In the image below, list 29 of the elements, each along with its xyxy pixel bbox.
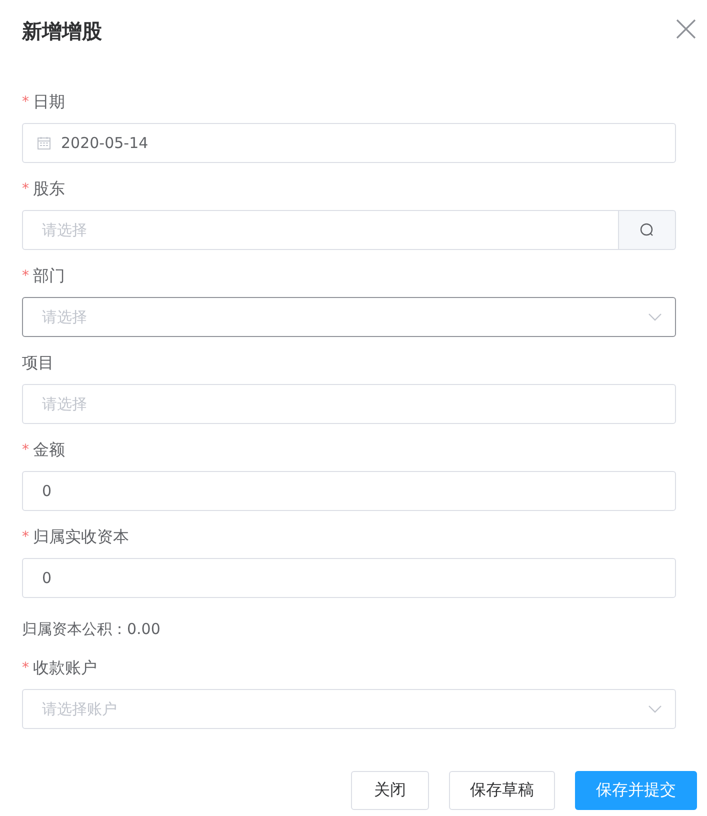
field-label: 收款账户 — [33, 658, 97, 678]
field-label: 归属实收资本 — [33, 526, 129, 548]
chevron-down-icon — [648, 705, 662, 713]
field-label: 金额 — [33, 440, 65, 460]
required-asterisk: * — [22, 181, 29, 197]
readout-text: 归属资本公积：0.00 — [22, 619, 162, 640]
field-label: 日期 — [33, 92, 65, 112]
field-label: 部门 — [33, 266, 65, 286]
chevron-down-icon — [648, 313, 662, 321]
dialog-button[interactable]: 关闭 — [351, 771, 429, 810]
close-icon[interactable] — [675, 18, 697, 40]
calendar-icon — [37, 136, 51, 150]
required-asterisk: * — [22, 94, 29, 110]
input-field[interactable]: 请选择 — [22, 384, 676, 424]
dialog-button[interactable]: 保存草稿 — [449, 771, 555, 810]
required-asterisk: * — [22, 442, 29, 458]
input-field[interactable]: 0 — [22, 558, 676, 598]
required-asterisk: * — [22, 660, 29, 676]
dialog-title: 新增增股 — [22, 18, 102, 45]
shareholder-field[interactable]: 请选择 — [22, 210, 619, 250]
required-asterisk: * — [22, 529, 29, 545]
field-label: 股东 — [33, 178, 65, 200]
search-button[interactable] — [619, 210, 676, 250]
search-icon — [639, 222, 655, 238]
required-asterisk: * — [22, 268, 29, 284]
input-field[interactable]: 0 — [22, 471, 676, 511]
select-field[interactable]: 请选择 — [22, 297, 676, 337]
field-label: 项目 — [22, 352, 54, 374]
date-field[interactable]: 2020-05-14 — [22, 123, 676, 163]
